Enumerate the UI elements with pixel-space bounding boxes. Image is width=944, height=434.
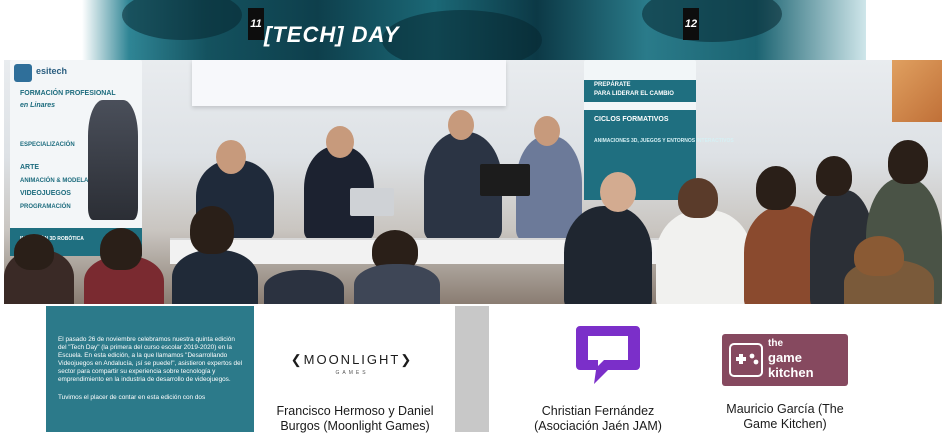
rollup-line: en Linares [20, 102, 56, 109]
moonlight-games-logo: ❮MOONLIGHT❯ [282, 352, 422, 368]
laptop [350, 188, 394, 216]
audience-head [600, 172, 636, 212]
rollup-line: PREPÁRATE [594, 82, 631, 88]
audience-member [172, 250, 258, 304]
rollup-line: PARA LIDERAR EL CAMBIO [594, 91, 674, 97]
paint-splash [122, 0, 242, 40]
audience-head [854, 236, 904, 276]
panelist-head [326, 126, 354, 158]
speech-bubble-icon [576, 326, 640, 384]
speaker-caption: Mauricio García (The Game Kitchen) [700, 402, 870, 432]
moonlight-logo-text: MOONLIGHT [303, 352, 401, 367]
rollup-band: PREPÁRATE PARA LIDERAR EL CAMBIO [584, 80, 696, 102]
audience-head [100, 228, 142, 270]
rollup-item: VIDEOJUEGOS [20, 190, 71, 197]
speaker-caption-line: Christian Fernández [541, 404, 655, 418]
speaker-caption: Christian Fernández (Asociación Jaén JAM… [508, 404, 688, 434]
audience-member [354, 264, 440, 304]
game-kitchen-logo-text: kitchen [768, 365, 814, 380]
header-banner: 11 12 [TECH] DAY [82, 0, 866, 60]
gamepad-icon [729, 343, 763, 377]
chevron-right-icon: ❯ [400, 352, 414, 367]
page-number-right: 12 [683, 8, 699, 40]
chevron-left-icon: ❮ [290, 352, 304, 367]
game-kitchen-logo-text: game [768, 350, 802, 365]
panelist-head [216, 140, 246, 174]
article-paragraph: Tuvimos el placer de contar en esta edic… [58, 394, 206, 401]
article-paragraph: El pasado 26 de noviembre celebramos nue… [58, 336, 243, 383]
audience-head [756, 166, 796, 210]
rollup-brand: esitech [36, 66, 68, 76]
audience-head [678, 178, 718, 218]
laptop [480, 164, 530, 196]
projector-screen [192, 60, 506, 106]
audience-head [14, 234, 54, 270]
panelist-head [448, 110, 474, 140]
speaker-caption: Francisco Hermoso y Daniel Burgos (Moonl… [262, 404, 448, 434]
rollup-item: ARTE [20, 164, 40, 171]
audience-head [888, 140, 928, 184]
paint-splash [382, 10, 542, 60]
event-photo: esitech FORMACIÓN PROFESIONAL en Linares… [4, 60, 942, 304]
speaker-caption-line: Mauricio García (The [726, 402, 844, 416]
article-body: El pasado 26 de noviembre celebramos nue… [58, 336, 244, 412]
page-number-left: 11 [248, 8, 264, 40]
rollup-line: ESPECIALIZACIÓN [20, 142, 75, 148]
rollup-banner-right: PREPÁRATE PARA LIDERAR EL CAMBIO CICLOS … [584, 60, 734, 200]
wall-poster [892, 60, 942, 122]
page-divider [455, 306, 489, 432]
speaker-caption-line: Game Kitchen) [743, 417, 827, 431]
paint-splash [642, 0, 782, 42]
esitech-logo [14, 64, 32, 82]
rollup-line: CICLOS FORMATIVOS [594, 116, 669, 123]
audience-member [564, 206, 652, 304]
rollup-banner-left: esitech FORMACIÓN PROFESIONAL en Linares… [10, 60, 142, 256]
game-kitchen-logo-text: the [768, 338, 783, 349]
speaker-caption-line: Francisco Hermoso y Daniel [276, 404, 434, 418]
rollup-item: ANIMACIÓN & MODELADO [20, 178, 98, 184]
moonlight-logo-subtext: GAMES [335, 370, 369, 376]
rollup-line: FORMACIÓN PROFESIONAL [20, 90, 116, 97]
audience-head [816, 156, 852, 196]
audience-member [264, 270, 344, 304]
game-kitchen-logo: the game kitchen [722, 334, 848, 386]
panelist-head [534, 116, 560, 146]
rollup-item: PROGRAMACIÓN [20, 204, 71, 210]
robot-figure [88, 100, 138, 220]
audience-head [190, 206, 234, 254]
rollup-line: ANIMACIONES 3D, JUEGOS Y ENTORNOS INTERA… [594, 138, 734, 144]
banner-title: [TECH] DAY [264, 22, 400, 47]
article-text-box: El pasado 26 de noviembre celebramos nue… [46, 306, 254, 432]
audience-member [656, 210, 752, 304]
